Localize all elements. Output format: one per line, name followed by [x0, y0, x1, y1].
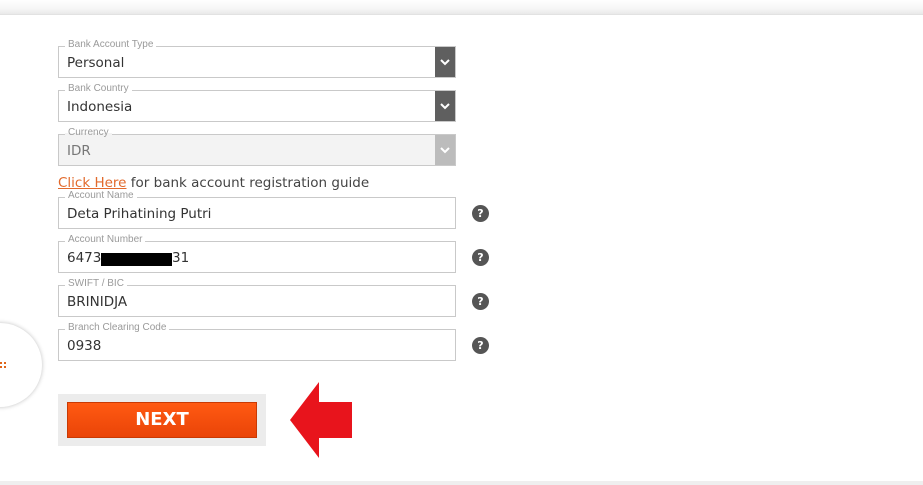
next-button-container: NEXT — [58, 394, 266, 446]
bank-country-select[interactable]: Bank Country Indonesia — [58, 83, 456, 122]
branch-clearing-code-label: Branch Clearing Code — [65, 322, 170, 334]
click-here-link[interactable]: Click Here — [58, 175, 126, 191]
registration-guide-text: Click Here for bank account registration… — [58, 175, 369, 191]
chevron-down-icon — [435, 135, 455, 165]
top-header-shadow — [0, 0, 923, 15]
chevron-down-icon[interactable] — [435, 47, 455, 77]
account-name-input[interactable]: Account Name Deta Prihatining Putri — [58, 190, 456, 229]
chevron-down-icon[interactable] — [435, 91, 455, 121]
currency-value: IDR — [67, 143, 91, 159]
redaction-bar — [101, 253, 172, 266]
account-number-value-end: 31 — [172, 250, 190, 266]
swift-bic-input[interactable]: SWIFT / BIC BRINIDJA — [58, 278, 456, 317]
bank-account-type-label: Bank Account Type — [65, 39, 157, 51]
arrow-left-icon — [290, 382, 352, 458]
currency-select: Currency IDR — [58, 127, 456, 166]
currency-label: Currency — [65, 127, 112, 139]
help-icon-swift-bic[interactable]: ? — [472, 293, 489, 310]
grid-dots-icon[interactable] — [0, 362, 10, 370]
bank-country-label: Bank Country — [65, 83, 132, 95]
bank-account-type-value: Personal — [67, 55, 125, 71]
account-name-value: Deta Prihatining Putri — [67, 206, 212, 222]
next-button[interactable]: NEXT — [67, 402, 257, 438]
swift-bic-value: BRINIDJA — [67, 294, 128, 310]
bottom-divider — [0, 481, 923, 485]
account-number-label: Account Number — [65, 234, 146, 246]
account-number-value-start: 6473 — [67, 250, 102, 266]
swift-bic-label: SWIFT / BIC — [65, 278, 127, 290]
bank-country-value: Indonesia — [67, 99, 133, 115]
bank-account-type-select[interactable]: Bank Account Type Personal — [58, 39, 456, 78]
account-name-label: Account Name — [65, 190, 137, 202]
help-icon-branch-clearing-code[interactable]: ? — [472, 337, 489, 354]
guide-description: for bank account registration guide — [126, 175, 370, 191]
help-icon-account-number[interactable]: ? — [472, 249, 489, 266]
branch-clearing-code-input[interactable]: Branch Clearing Code 0938 — [58, 322, 456, 361]
help-icon-account-name[interactable]: ? — [472, 205, 489, 222]
branch-clearing-code-value: 0938 — [67, 338, 102, 354]
